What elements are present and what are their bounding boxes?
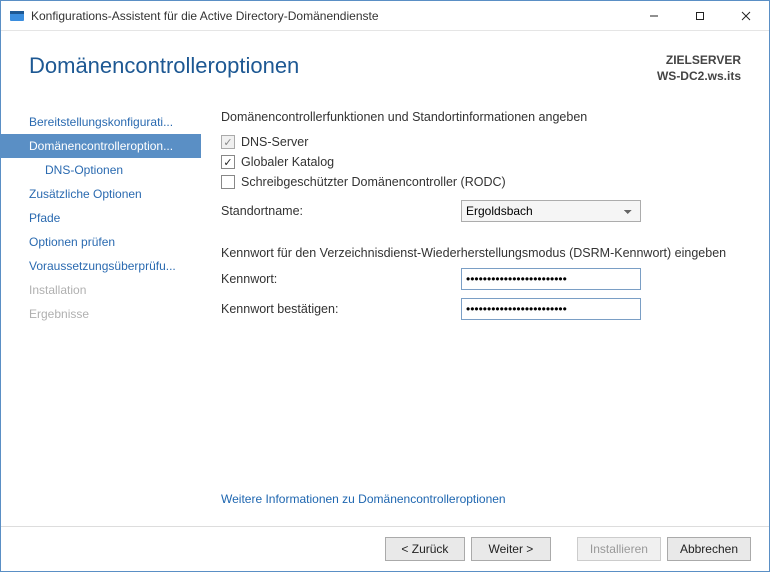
cancel-button[interactable]: Abbrechen <box>667 537 751 561</box>
nav-item-paths[interactable]: Pfade <box>1 206 201 230</box>
dsrm-heading: Kennwort für den Verzeichnisdienst-Wiede… <box>221 246 745 260</box>
wizard-content: Domänencontrollerfunktionen und Standort… <box>201 102 769 526</box>
install-button: Installieren <box>577 537 661 561</box>
maximize-button[interactable] <box>677 1 723 30</box>
password-row: Kennwort: <box>221 268 745 290</box>
window-title: Konfigurations-Assistent für die Active … <box>31 9 631 23</box>
nav-item-prereq-check[interactable]: Voraussetzungsüberprüfu... <box>1 254 201 278</box>
checkbox-rodc-label: Schreibgeschützter Domänencontroller (RO… <box>241 175 506 189</box>
wizard-window: Konfigurations-Assistent für die Active … <box>0 0 770 572</box>
password-field[interactable] <box>461 268 641 290</box>
checkbox-row-dns: ✓ DNS-Server <box>221 135 745 149</box>
wizard-body: Bereitstellungskonfigurati... Domänencon… <box>1 102 769 526</box>
app-icon <box>9 8 25 24</box>
back-button[interactable]: < Zurück <box>385 537 465 561</box>
titlebar: Konfigurations-Assistent für die Active … <box>1 1 769 31</box>
checkbox-row-rodc: Schreibgeschützter Domänencontroller (RO… <box>221 175 745 189</box>
nav-item-installation: Installation <box>1 278 201 302</box>
dsrm-section: Kennwort für den Verzeichnisdienst-Wiede… <box>221 246 745 320</box>
nav-item-results: Ergebnisse <box>1 302 201 326</box>
target-label: ZIELSERVER <box>657 53 741 69</box>
more-info-link[interactable]: Weitere Informationen zu Domänencontroll… <box>221 492 745 506</box>
minimize-button[interactable] <box>631 1 677 30</box>
wizard-footer: < Zurück Weiter > Installieren Abbrechen <box>1 526 769 571</box>
content-spacer <box>221 320 745 474</box>
checkbox-gc-label: Globaler Katalog <box>241 155 334 169</box>
password-confirm-label: Kennwort bestätigen: <box>221 302 461 316</box>
nav-item-review-options[interactable]: Optionen prüfen <box>1 230 201 254</box>
checkbox-rodc[interactable] <box>221 175 235 189</box>
checkbox-row-gc: ✓ Globaler Katalog <box>221 155 745 169</box>
target-value: WS-DC2.ws.its <box>657 69 741 85</box>
password-confirm-row: Kennwort bestätigen: <box>221 298 745 320</box>
page-title: Domänencontrolleroptionen <box>29 53 299 79</box>
checkbox-dns-label: DNS-Server <box>241 135 308 149</box>
site-label: Standortname: <box>221 204 461 218</box>
footer-gap <box>557 537 571 561</box>
target-server-block: ZIELSERVER WS-DC2.ws.its <box>657 53 741 84</box>
wizard-nav: Bereitstellungskonfigurati... Domänencon… <box>1 102 201 526</box>
nav-item-deployment-config[interactable]: Bereitstellungskonfigurati... <box>1 110 201 134</box>
section-heading: Domänencontrollerfunktionen und Standort… <box>221 110 745 124</box>
nav-item-additional-options[interactable]: Zusätzliche Optionen <box>1 182 201 206</box>
nav-item-dc-options[interactable]: Domänencontrolleroption... <box>1 134 201 158</box>
site-row: Standortname: Ergoldsbach <box>221 200 745 222</box>
password-label: Kennwort: <box>221 272 461 286</box>
site-select[interactable]: Ergoldsbach <box>461 200 641 222</box>
close-button[interactable] <box>723 1 769 30</box>
nav-item-dns-options[interactable]: DNS-Optionen <box>1 158 201 182</box>
window-controls <box>631 1 769 30</box>
next-button[interactable]: Weiter > <box>471 537 551 561</box>
checkbox-gc[interactable]: ✓ <box>221 155 235 169</box>
checkbox-dns[interactable]: ✓ <box>221 135 235 149</box>
password-confirm-field[interactable] <box>461 298 641 320</box>
wizard-header: Domänencontrolleroptionen ZIELSERVER WS-… <box>1 31 769 102</box>
